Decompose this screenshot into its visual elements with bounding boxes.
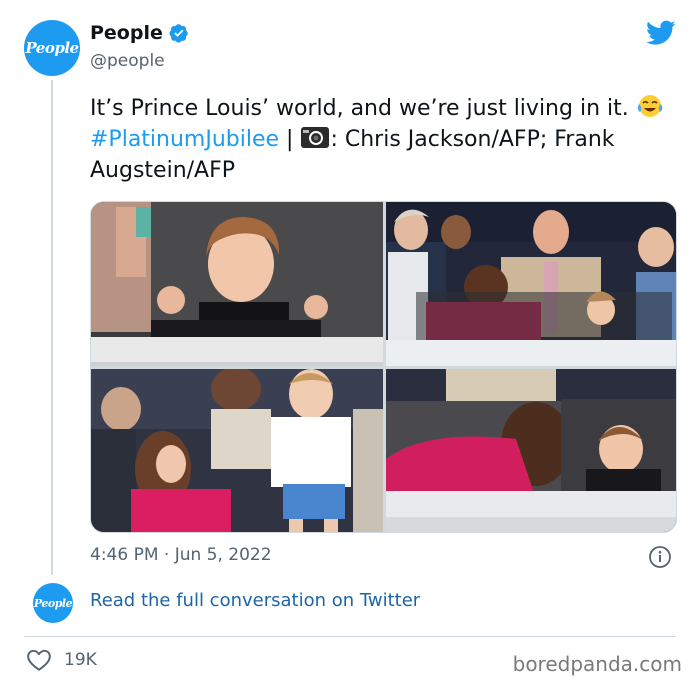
people-logo-text: People <box>25 39 79 57</box>
thread-line <box>51 80 53 575</box>
tweet-timestamp[interactable]: 4:46 PM · Jun 5, 2022 <box>90 545 272 565</box>
boredpanda-watermark: boredpanda.com <box>512 652 682 676</box>
camera-icon <box>301 127 330 148</box>
conversation-avatar[interactable]: People <box>33 583 73 623</box>
tweet-text-part2: | <box>279 127 301 152</box>
photo-louis-standing[interactable] <box>91 369 383 532</box>
conversation-logo-text: People <box>33 596 73 610</box>
photo-royal-box-crowd[interactable] <box>386 202 676 366</box>
like-button[interactable]: 19K <box>26 648 97 672</box>
twitter-bird-icon[interactable] <box>646 20 676 46</box>
display-name[interactable]: People <box>90 22 163 44</box>
tweet-text-part1: It’s Prince Louis’ world, and we’re just… <box>90 96 636 121</box>
author-handle[interactable]: @people <box>90 51 165 71</box>
people-avatar[interactable]: People <box>24 20 80 76</box>
face-with-tears-of-joy-icon <box>637 95 663 117</box>
media-grid[interactable] <box>90 201 677 533</box>
photo-louis-covering-face[interactable] <box>386 369 676 532</box>
photo-louis-fists[interactable] <box>91 202 383 366</box>
like-count: 19K <box>64 650 97 670</box>
divider <box>24 636 676 637</box>
heart-icon <box>27 649 51 671</box>
info-icon[interactable] <box>648 545 672 569</box>
hashtag-platinum-jubilee[interactable]: #PlatinumJubilee <box>90 127 279 152</box>
verified-badge-icon <box>169 24 188 43</box>
author-name-row[interactable]: People <box>90 22 189 44</box>
tweet-text: It’s Prince Louis’ world, and we’re just… <box>90 93 670 186</box>
read-full-conversation-link[interactable]: Read the full conversation on Twitter <box>90 590 420 611</box>
